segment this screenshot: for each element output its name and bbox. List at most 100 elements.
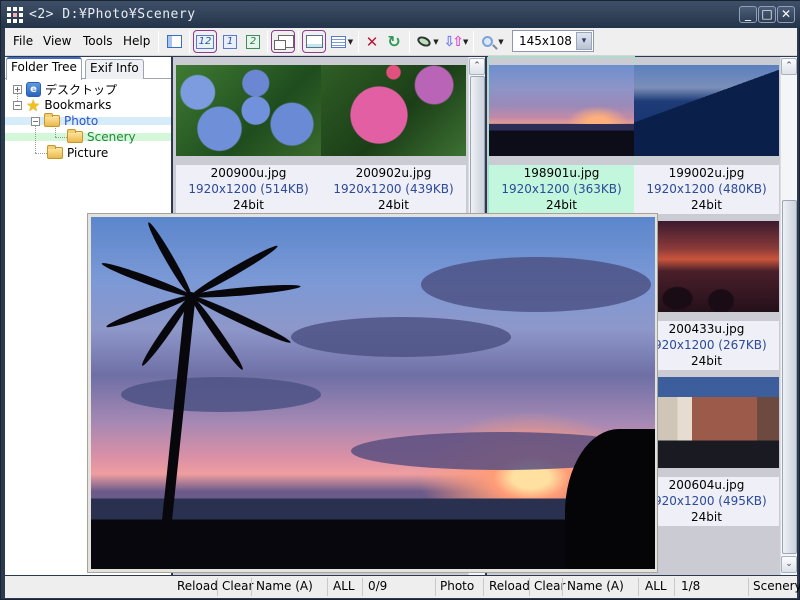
dual-pane-icon: 12 [196,34,214,49]
status-separator [674,578,675,596]
scrollbar-vertical[interactable]: ⌃ ⌄ [780,57,797,575]
toolbar-separator [298,31,299,53]
menu-help[interactable]: Help [123,34,150,48]
tree-node-picture[interactable]: Picture [47,145,108,161]
preview-window[interactable] [87,213,658,573]
thumbnail-item[interactable]: 200900u.jpg 1920x1200 (514KB) 24bit [176,57,321,214]
thumbnail-size-select[interactable]: 145x108 ▾ [512,30,594,52]
file-dimensions: 1920x1200 (480KB) [646,182,767,196]
file-bit-depth: 24bit [546,198,577,212]
dual-pane-button[interactable]: 12 [193,30,217,53]
file-name: 198901u.jpg [523,166,600,180]
status-separator [529,578,530,596]
dropdown-caret-icon: ▼ [433,37,439,46]
window-title: <2> D:¥Photo¥Scenery [29,7,196,22]
title-bar[interactable]: <2> D:¥Photo¥Scenery _ □ ✕ [1,1,800,28]
pane-a-reload-button[interactable]: Reload [177,579,218,593]
collapse-icon[interactable]: − [13,100,22,110]
status-separator [251,578,252,596]
sort-icon: ⇩⇧ [443,33,464,50]
toolbar-separator [158,31,159,53]
status-separator [217,578,218,596]
desktop-icon: e [26,81,41,97]
toolbar-separator [267,31,268,53]
status-separator [435,578,436,596]
folder-icon [47,145,63,159]
scroll-down-button[interactable]: ⌄ [781,556,797,573]
pane-1-button[interactable]: 1 [219,30,241,53]
left-pane-tabs: Folder Tree Exif Info [5,57,171,80]
file-name: 200902u.jpg [355,166,432,180]
thumbnail-item[interactable]: 199002u.jpg 1920x1200 (480KB) 24bit [634,57,779,214]
thumbnail-caption: 200902u.jpg 1920x1200 (439KB) 24bit [321,165,466,214]
preview-image-palm-sunset [91,217,655,569]
toolbar-separator [473,31,474,53]
scroll-up-button[interactable]: ⌃ [469,58,485,75]
file-dimensions: 1920x1200 (363KB) [501,182,622,196]
status-separator [362,578,363,596]
pane-b-reload-button[interactable]: Reload [489,579,530,593]
filter-dropdown[interactable]: ▼ [415,30,441,53]
zoom-dropdown[interactable]: ▼ [479,30,507,53]
maximize-button[interactable]: □ [758,6,776,23]
pane-a-folder-name: Photo [440,579,475,593]
status-separator [327,578,328,596]
status-separator [638,578,639,596]
folder-pane-toggle-button[interactable] [164,30,184,53]
delete-button[interactable]: ✕ [362,30,382,53]
tree-node-label: Bookmarks [44,98,112,112]
thumbnail-item-selected[interactable]: 198901u.jpg 1920x1200 (363KB) 24bit [488,56,635,215]
status-bar: Reload Clear Name (A) ALL 0/9 Photo Relo… [5,576,800,598]
menu-view[interactable]: View [43,34,71,48]
close-button[interactable]: ✕ [777,6,795,23]
tree-node-photo[interactable]: − Photo [31,113,98,129]
sort-dropdown[interactable]: ⇩⇧ ▼ [443,30,469,53]
list-view-icon [330,35,346,48]
pane-2-icon: 2 [246,34,260,49]
list-view-dropdown[interactable]: ▼ [329,30,355,53]
expand-icon[interactable]: + [13,84,22,94]
tree-node-label: Picture [67,146,109,160]
app-grid-icon [7,7,23,23]
pane-b-folder-name: Scenery [753,579,800,593]
file-dimensions: 1920x1200 (439KB) [333,182,454,196]
preview-pane-icon [305,35,323,48]
star-icon: ★ [26,95,41,115]
pane-a-filter-status[interactable]: ALL [333,579,355,593]
file-name: 199002u.jpg [668,166,745,180]
preview-window-icon [273,35,294,50]
menu-tools[interactable]: Tools [83,34,113,48]
status-separator [562,578,563,596]
dropdown-caret-icon: ▼ [463,37,469,46]
dropdown-caret-icon: ▼ [347,37,354,46]
pane-b-clear-button[interactable]: Clear [534,579,565,593]
collapse-icon[interactable]: − [31,116,40,126]
tab-folder-tree[interactable]: Folder Tree [6,57,82,80]
pane-a-clear-button[interactable]: Clear [222,579,253,593]
menu-file[interactable]: File [13,34,33,48]
cloud-shape [121,377,321,412]
tree-node-bookmarks[interactable]: − ★ Bookmarks [13,95,112,115]
scroll-up-button[interactable]: ⌃ [781,58,797,75]
chevron-down-icon[interactable]: ▾ [576,32,592,50]
tab-exif-info[interactable]: Exif Info [85,59,144,79]
reload-button[interactable]: ↻ [384,30,404,53]
status-separator [483,578,484,596]
scrollbar-thumb[interactable] [782,200,797,554]
tree-node-label: デスクトップ [45,82,118,97]
pane-b-filter-status[interactable]: ALL [645,579,667,593]
folder-icon [44,113,60,127]
minimize-button[interactable]: _ [739,6,757,23]
thumbnail-item[interactable]: 200902u.jpg 1920x1200 (439KB) 24bit [321,57,466,214]
tree-line [35,153,47,154]
pane-b-sort-status[interactable]: Name (A) [567,579,624,593]
toolbar-separator [189,31,190,53]
pane-a-sort-status[interactable]: Name (A) [256,579,313,593]
pane-2-button[interactable]: 2 [242,30,264,53]
tree-node-label: Scenery [87,130,136,144]
file-bit-depth: 24bit [233,198,264,212]
preview-pane-button[interactable] [302,30,326,53]
thumbnail-image-pink-hydrangea [321,65,466,156]
preview-window-button[interactable] [271,30,295,53]
tree-node-scenery[interactable]: Scenery [67,129,136,145]
